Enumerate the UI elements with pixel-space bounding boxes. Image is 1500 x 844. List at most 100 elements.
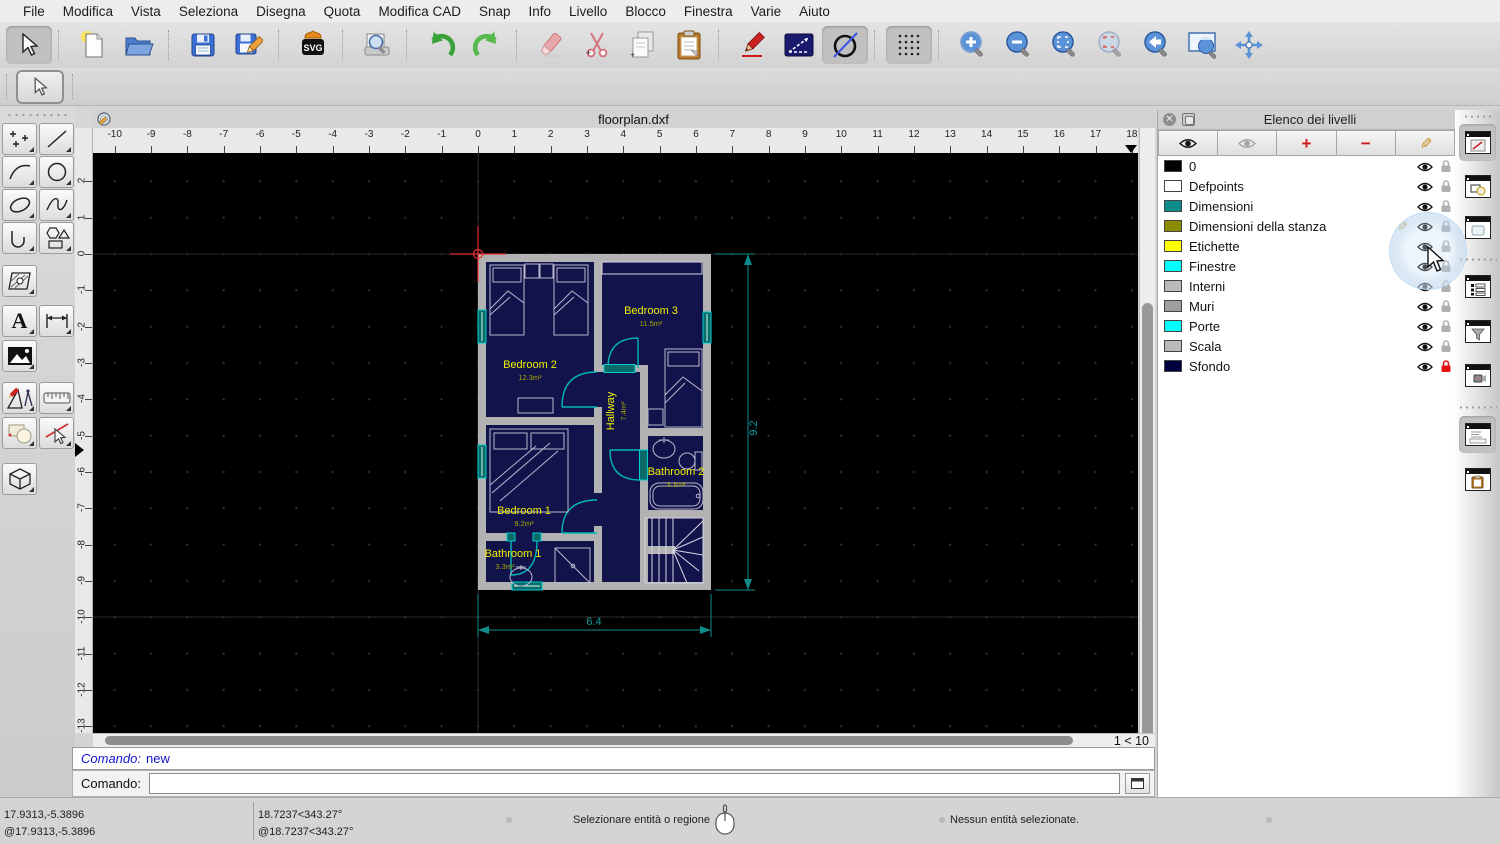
- library-browser-button[interactable]: [1459, 268, 1496, 305]
- add-layer-button[interactable]: +: [1277, 130, 1337, 156]
- zoom-selection-button[interactable]: [1088, 26, 1134, 64]
- view-window-button[interactable]: [1459, 357, 1496, 394]
- ellipse-tool-button[interactable]: [2, 189, 37, 221]
- remove-layer-button[interactable]: −: [1336, 130, 1396, 156]
- layer-lock-icon[interactable]: [1440, 359, 1452, 378]
- layer-color-swatch[interactable]: [1164, 340, 1182, 352]
- edit-layer-button[interactable]: ✎: [1395, 130, 1456, 156]
- dock-drag-handle[interactable]: [1463, 115, 1493, 118]
- save-as-button[interactable]: [226, 26, 272, 64]
- menu-modifica-cad[interactable]: Modifica CAD: [369, 4, 470, 19]
- layer-row-muri[interactable]: Muri: [1158, 296, 1455, 316]
- vertical-scrollbar-thumb[interactable]: [1142, 303, 1153, 747]
- menu-snap[interactable]: Snap: [470, 4, 520, 19]
- menu-disegna[interactable]: Disegna: [247, 4, 315, 19]
- shape-tool-button[interactable]: [39, 222, 74, 254]
- layer-color-swatch[interactable]: [1164, 180, 1182, 192]
- layer-color-swatch[interactable]: [1164, 300, 1182, 312]
- new-file-button[interactable]: [70, 26, 116, 64]
- menu-file[interactable]: File: [14, 4, 54, 19]
- open-file-button[interactable]: [116, 26, 162, 64]
- layer-row-sfondo[interactable]: Sfondo: [1158, 356, 1455, 376]
- zoom-in-button[interactable]: [950, 26, 996, 64]
- zoom-window-button[interactable]: [1180, 26, 1226, 64]
- vertical-scrollbar[interactable]: [1139, 128, 1155, 747]
- command-input[interactable]: [148, 773, 1120, 794]
- hatch-tool-button[interactable]: [2, 265, 37, 297]
- zoom-out-button[interactable]: [996, 26, 1042, 64]
- undo-button[interactable]: [418, 26, 464, 64]
- restrict-orthogonal-button[interactable]: [776, 26, 822, 64]
- previous-view-button[interactable]: [1134, 26, 1180, 64]
- dimension-tool-button[interactable]: [39, 305, 74, 337]
- layer-row-dimensioni-della-stanza[interactable]: Dimensioni della stanza ✎: [1158, 216, 1455, 236]
- restrict-nothing-button[interactable]: [822, 26, 868, 64]
- hide-all-layers-button[interactable]: [1218, 130, 1278, 156]
- layer-row-scala[interactable]: Scala: [1158, 336, 1455, 356]
- image-tool-button[interactable]: [2, 340, 37, 372]
- menu-vista[interactable]: Vista: [122, 4, 170, 19]
- drawing-canvas[interactable]: 9.2 6.4 Bedroom 2 12.3m² Bedroom 3 11.5m…: [93, 153, 1138, 733]
- arc-tool-button[interactable]: [2, 156, 37, 188]
- menu-info[interactable]: Info: [520, 4, 561, 19]
- layer-row-0[interactable]: 0: [1158, 156, 1455, 176]
- layer-color-swatch[interactable]: [1164, 320, 1182, 332]
- clipboard-panel-button[interactable]: [1459, 461, 1496, 498]
- layer-color-swatch[interactable]: [1164, 220, 1182, 232]
- layer-row-finestre[interactable]: Finestre: [1158, 256, 1455, 276]
- layer-row-defpoints[interactable]: Defpoints: [1158, 176, 1455, 196]
- menu-seleziona[interactable]: Seleziona: [170, 4, 247, 19]
- horizontal-scrollbar[interactable]: 1 < 10: [93, 733, 1155, 748]
- layer-row-dimensioni[interactable]: Dimensioni: [1158, 196, 1455, 216]
- auto-zoom-button[interactable]: [1042, 26, 1088, 64]
- show-all-layers-button[interactable]: [1158, 130, 1219, 156]
- layer-color-swatch[interactable]: [1164, 360, 1182, 372]
- spline-tool-button[interactable]: [39, 189, 74, 221]
- text-tool-button[interactable]: A: [2, 305, 37, 337]
- modify-shapes-tool-button[interactable]: [2, 417, 37, 449]
- current-tool-button[interactable]: [16, 69, 64, 104]
- circle-tool-button[interactable]: [39, 156, 74, 188]
- command-line-button[interactable]: [1459, 416, 1496, 453]
- draw-pen-button[interactable]: [730, 26, 776, 64]
- draw-misc-tool-button[interactable]: [2, 382, 37, 414]
- paste-button[interactable]: [666, 26, 712, 64]
- detach-panel-icon[interactable]: [1182, 113, 1195, 126]
- menu-modifica[interactable]: Modifica: [54, 4, 122, 19]
- menu-varie[interactable]: Varie: [742, 4, 791, 19]
- layer-list-button[interactable]: [1459, 209, 1496, 246]
- menu-finestra[interactable]: Finestra: [675, 4, 742, 19]
- document-title-bar[interactable]: floorplan.dxf: [93, 110, 1155, 128]
- print-preview-button[interactable]: [354, 26, 400, 64]
- layer-color-swatch[interactable]: [1164, 280, 1182, 292]
- polyline-tool-button[interactable]: [2, 222, 37, 254]
- measure-tool-button[interactable]: [39, 382, 74, 414]
- property-editor-button[interactable]: [1459, 124, 1496, 161]
- horizontal-scrollbar-thumb[interactable]: [105, 736, 1073, 745]
- layer-color-swatch[interactable]: [1164, 200, 1182, 212]
- point-tool-button[interactable]: [2, 123, 37, 155]
- selection-arrow-button[interactable]: [6, 26, 52, 64]
- menu-aiuto[interactable]: Aiuto: [790, 4, 839, 19]
- menu-quota[interactable]: Quota: [315, 4, 370, 19]
- selection-filter-button[interactable]: [1459, 313, 1496, 350]
- delete-button[interactable]: [528, 26, 574, 64]
- layer-row-porte[interactable]: Porte: [1158, 316, 1455, 336]
- svg-export-button[interactable]: SVG: [290, 26, 336, 64]
- layer-row-etichette[interactable]: Etichette: [1158, 236, 1455, 256]
- view-3d-tool-button[interactable]: [2, 463, 37, 495]
- block-list-button[interactable]: [1459, 168, 1496, 205]
- command-panel-toggle-button[interactable]: [1125, 773, 1150, 794]
- layer-row-interni[interactable]: Interni: [1158, 276, 1455, 296]
- grid-toggle-button[interactable]: [886, 26, 932, 64]
- cut-button[interactable]: +: [574, 26, 620, 64]
- palette-drag-handle[interactable]: [6, 113, 68, 117]
- layer-color-swatch[interactable]: [1164, 240, 1182, 252]
- layer-color-swatch[interactable]: [1164, 260, 1182, 272]
- modify-tool-button[interactable]: [39, 417, 74, 449]
- layer-visibility-eye-icon[interactable]: [1417, 360, 1433, 378]
- menu-blocco[interactable]: Blocco: [616, 4, 675, 19]
- redo-button[interactable]: [464, 26, 510, 64]
- line-tool-button[interactable]: [39, 123, 74, 155]
- copy-button[interactable]: +: [620, 26, 666, 64]
